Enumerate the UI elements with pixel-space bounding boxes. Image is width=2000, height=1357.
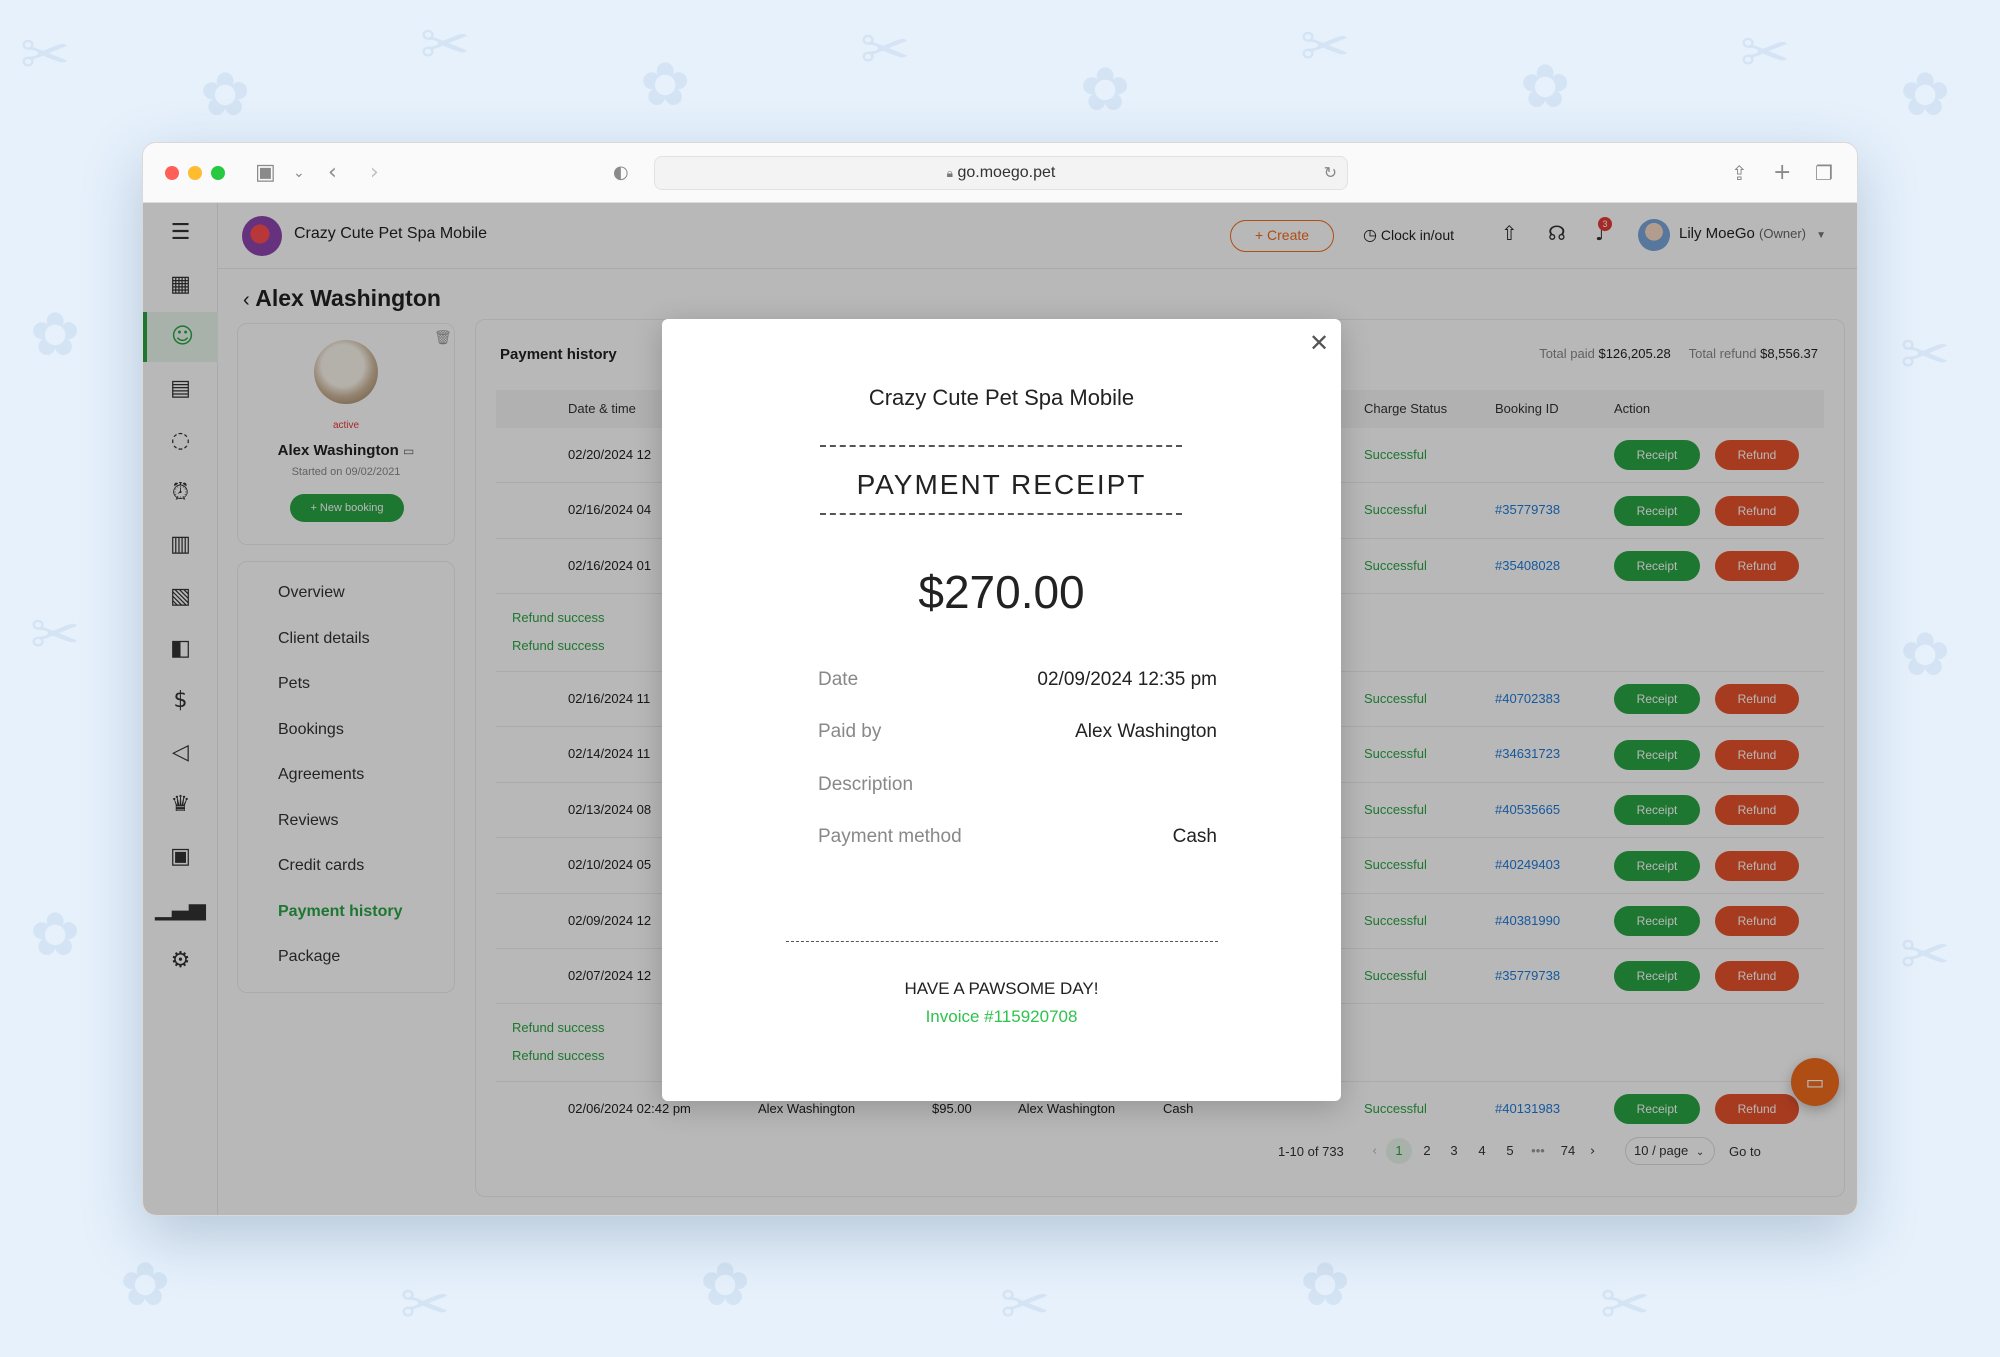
receipt-description-label: Description [818,774,914,795]
receipt-amount: $270.00 [918,566,1085,618]
paw-icon: ✿ [640,50,691,120]
lock-icon: 🔒︎ [946,166,954,180]
receipt-date-value: 02/09/2024 12:35 pm [1037,669,1217,690]
receipt-divider [786,941,1218,942]
receipt-method-value: Cash [1172,826,1217,847]
receipt-paid-by-label: Paid by [818,721,882,742]
receipt-date-label: Date [818,669,859,690]
receipt-business-name: Crazy Cute Pet Spa Mobile [868,385,1135,410]
receipt-divider [820,445,1182,447]
scissors-icon: ✂ [1740,18,1791,88]
scissors-icon: ✂ [30,600,81,670]
forward-icon[interactable]: › [370,157,379,189]
sidebar-toggle-icon[interactable]: ▣ [255,157,276,189]
reload-icon[interactable]: ↻ [1324,157,1337,189]
browser-window: ▣ ⌄ ‹ › ◐ 🔒︎ go.moego.pet ↻ ⇪ + ❐ ☰ ▦ ☺ … [142,142,1858,1216]
minimize-window-button[interactable] [188,166,202,180]
scissors-icon: ✂ [860,15,911,85]
paw-icon: ✿ [700,1250,751,1320]
scissors-icon: ✂ [1900,920,1951,990]
receipt-divider [820,513,1182,515]
paw-icon: ✿ [1300,1250,1351,1320]
url-text: go.moego.pet [957,164,1056,181]
receipt-method-label: Payment method [818,826,962,847]
paw-icon: ✿ [200,60,251,130]
paw-icon: ✿ [1520,52,1571,122]
paw-icon: ✿ [30,300,81,370]
receipt-title: PAYMENT RECEIPT [856,469,1147,500]
browser-titlebar: ▣ ⌄ ‹ › ◐ 🔒︎ go.moego.pet ↻ ⇪ + ❐ [143,143,1857,203]
scissors-icon: ✂ [1000,1270,1051,1340]
scissors-icon: ✂ [420,10,471,80]
receipt-paid-by-value: Alex Washington [1075,721,1217,742]
invoice-link[interactable]: Invoice #115920708 [662,1007,1341,1027]
close-window-button[interactable] [165,166,179,180]
scissors-icon: ✂ [1900,320,1951,390]
shield-icon[interactable]: ◐ [613,157,629,189]
receipt-footer: HAVE A PAWSOME DAY! [904,979,1099,998]
url-bar[interactable]: 🔒︎ go.moego.pet ↻ [654,156,1348,190]
scissors-icon: ✂ [20,20,71,90]
paw-icon: ✿ [30,900,81,970]
maximize-window-button[interactable] [211,166,225,180]
tab-overview-icon[interactable]: ❐ [1815,157,1833,189]
new-tab-icon[interactable]: + [1773,157,1791,189]
paw-icon: ✿ [1900,60,1951,130]
back-icon[interactable]: ‹ [328,157,337,189]
chevron-down-icon[interactable]: ⌄ [293,157,305,189]
paw-icon: ✿ [1080,55,1131,125]
paw-icon: ✿ [1900,620,1951,690]
close-icon[interactable]: ✕ [1305,329,1333,357]
payment-receipt-modal: ✕ Crazy Cute Pet Spa Mobile PAYMENT RECE… [662,319,1341,1101]
paw-icon: ✿ [120,1250,171,1320]
share-icon[interactable]: ⇪ [1731,157,1748,189]
scissors-icon: ✂ [400,1270,451,1340]
scissors-icon: ✂ [1300,12,1351,82]
scissors-icon: ✂ [1600,1270,1651,1340]
